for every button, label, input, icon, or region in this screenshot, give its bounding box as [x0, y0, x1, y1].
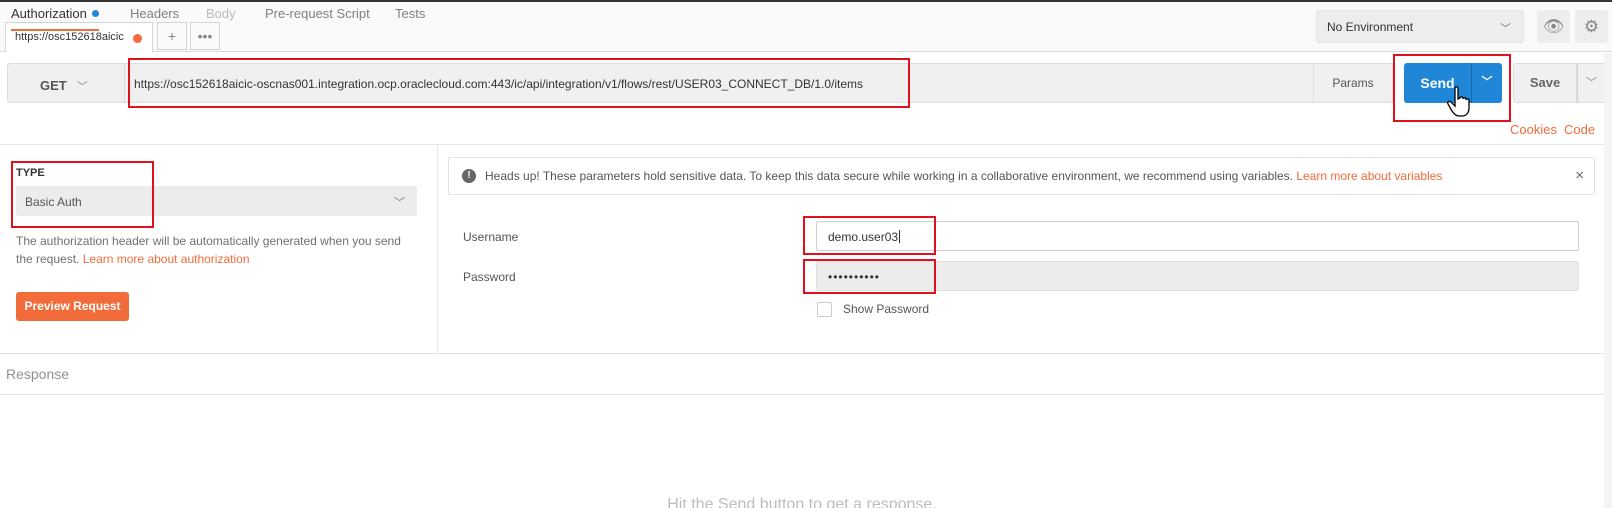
environment-quick-look-button[interactable]: 👁 [1537, 10, 1570, 43]
tab-authorization-label: Authorization [11, 6, 87, 21]
show-password-label[interactable]: Show Password [843, 302, 929, 316]
preview-request-button[interactable]: Preview Request [16, 292, 129, 321]
learn-more-variables-link[interactable]: Learn more about variables [1296, 169, 1442, 183]
highlight-username-box [803, 216, 936, 255]
tab-prerequest-script[interactable]: Pre-request Script [265, 6, 370, 31]
gear-icon: ⚙ [1583, 17, 1600, 36]
chevron-down-icon: ﹀ [1586, 77, 1597, 89]
save-button[interactable]: Save [1513, 63, 1577, 103]
cookies-link[interactable]: Cookies [1510, 122, 1557, 137]
sensitive-data-notice: ! Heads up! These parameters hold sensit… [448, 157, 1595, 195]
exclamation-icon: ! [462, 169, 476, 183]
response-header: Response [0, 353, 1604, 395]
eye-icon: 👁 [1542, 17, 1565, 36]
close-icon[interactable]: × [1575, 167, 1584, 184]
chevron-down-icon: ﹀ [1500, 23, 1511, 35]
save-options-button[interactable]: ﹀ [1577, 63, 1606, 103]
auth-description: The authorization header will be automat… [16, 232, 416, 268]
notice-text: Heads up! These parameters hold sensitiv… [485, 169, 1297, 183]
method-label: GET [40, 78, 67, 93]
vertical-scrollbar[interactable] [1604, 53, 1612, 508]
params-button[interactable]: Params [1313, 63, 1393, 103]
tab-body[interactable]: Body [206, 6, 236, 31]
tab-tests[interactable]: Tests [395, 6, 425, 31]
active-dot-icon [91, 10, 99, 17]
highlight-url-box [128, 58, 910, 108]
highlight-password-box [803, 259, 936, 294]
environment-select[interactable]: No Environment ﹀ [1316, 10, 1524, 43]
highlight-auth-type-box [11, 161, 154, 228]
tab-authorization[interactable]: Authorization [11, 6, 99, 31]
tab-headers[interactable]: Headers [130, 6, 179, 31]
show-password-checkbox[interactable] [817, 302, 832, 317]
chevron-down-icon: ﹀ [76, 81, 88, 93]
password-label: Password [463, 270, 516, 284]
request-tab-title: https://osc152618aicic [15, 31, 124, 43]
username-label: Username [463, 230, 519, 244]
empty-response-message: Hit the Send button to get a response. [667, 496, 937, 508]
hand-cursor-icon [1447, 86, 1470, 117]
chevron-down-icon: ﹀ [394, 197, 405, 209]
manage-environments-button[interactable]: ⚙ [1575, 10, 1608, 43]
unsaved-dot-icon [133, 34, 142, 43]
method-select[interactable]: GET ﹀ [7, 63, 125, 103]
environment-label: No Environment [1327, 20, 1414, 34]
learn-more-authorization-link[interactable]: Learn more about authorization [83, 252, 250, 266]
request-subtabs [0, 114, 1612, 145]
code-link[interactable]: Code [1564, 122, 1595, 137]
